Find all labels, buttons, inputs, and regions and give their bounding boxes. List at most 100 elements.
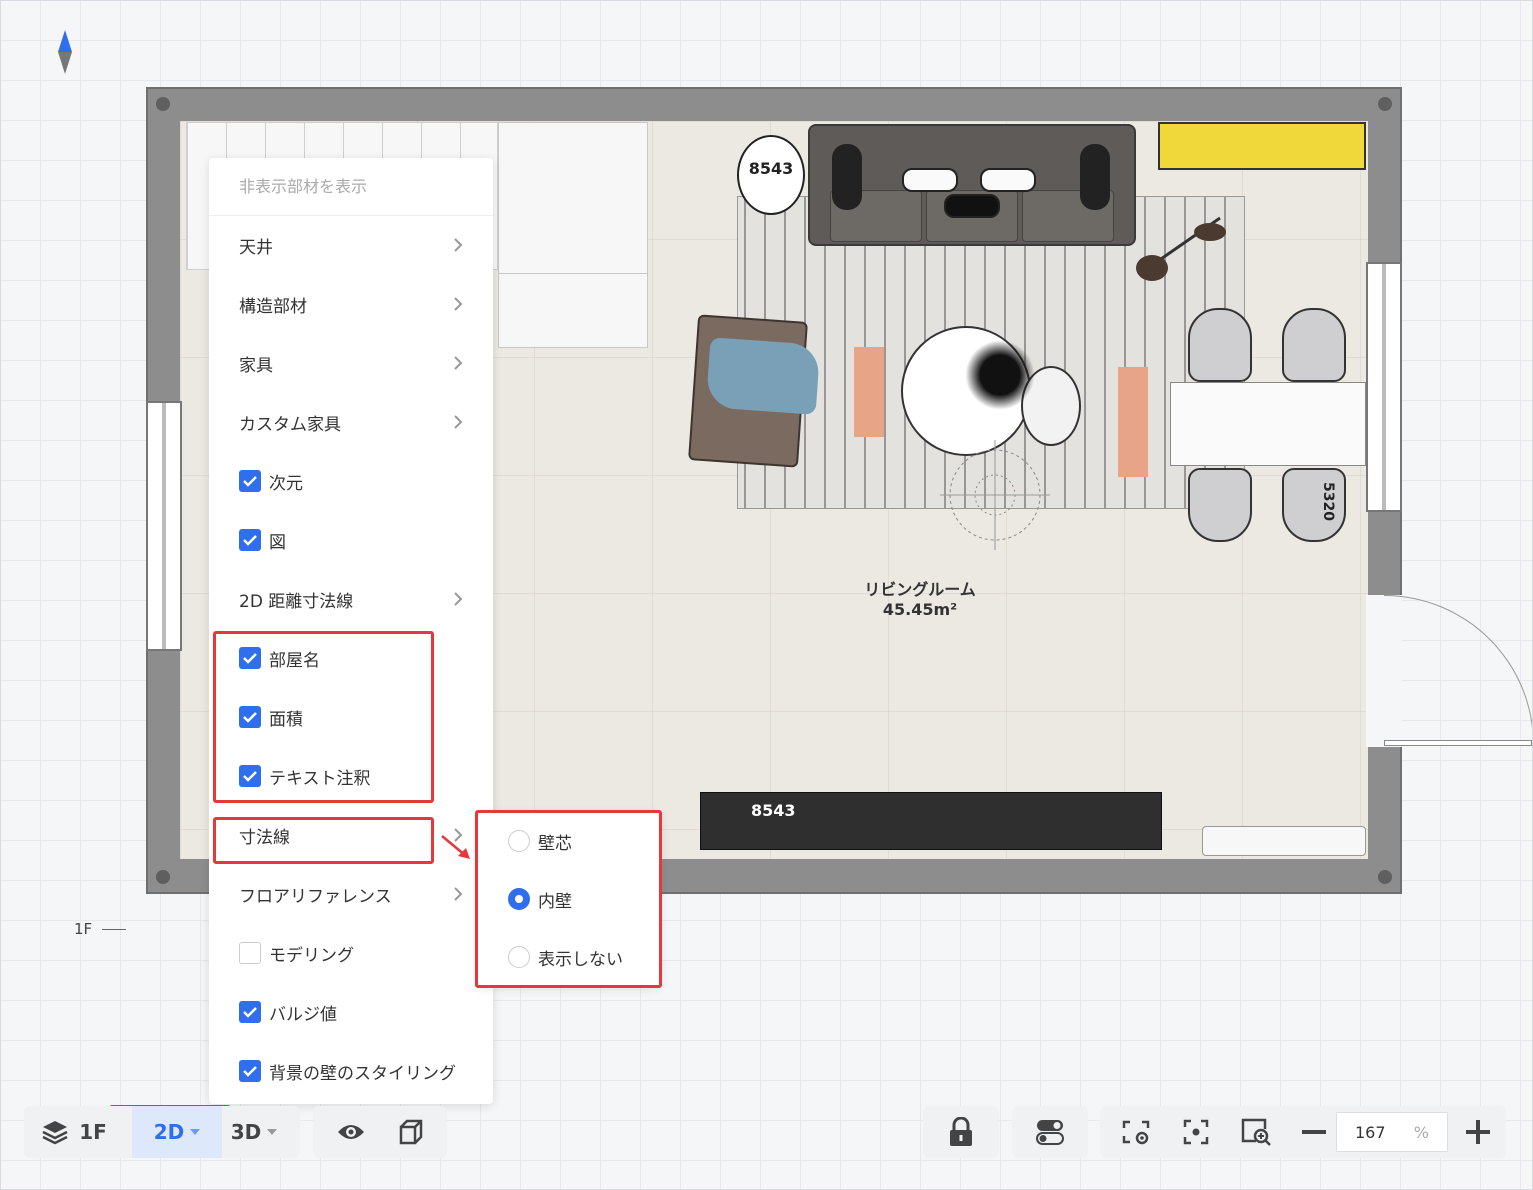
zoom-value: 167 [1355,1123,1386,1142]
floor-lamp[interactable] [1130,210,1230,290]
lock-button[interactable] [923,1106,999,1158]
checkbox-checked-icon[interactable] [239,529,261,551]
menu-item-label: カスタム家具 [239,414,341,435]
menu-item-furniture[interactable]: 家具 [209,334,493,392]
visibility-button[interactable] [323,1106,379,1158]
rug-pattern [1118,367,1148,477]
tv-unit[interactable] [1202,826,1366,856]
zoom-unit: % [1413,1123,1429,1142]
focus-button[interactable] [1168,1106,1224,1158]
radio-selected-icon[interactable] [508,888,530,910]
view-2d-button[interactable]: 2D [132,1106,222,1158]
north-compass-icon [56,30,74,74]
menu-item-background-wall-styling[interactable]: 背景の壁のスタイリング [209,1042,493,1100]
view-settings-button[interactable] [1108,1106,1164,1158]
rug-pattern [854,347,884,437]
chandelier[interactable] [930,430,1060,560]
view-toolbar: 1F 2D 3D [24,1106,300,1158]
radio-unselected-icon[interactable] [508,946,530,968]
pointer-arrow-icon [441,835,470,859]
cushion [944,194,1000,218]
checkbox-checked-icon[interactable] [239,470,261,492]
dining-chair[interactable] [1282,308,1346,382]
cushion [1080,144,1110,210]
toggle-switch-icon [1036,1120,1064,1145]
dining-table[interactable] [1170,382,1366,466]
menu-item-structural[interactable]: 構造部材 [209,275,493,333]
menu-item-label: モデリング [269,945,354,966]
sofa[interactable] [808,124,1136,246]
option-wall-center[interactable]: 壁芯 [478,812,660,870]
sideboard[interactable] [1158,122,1366,170]
focus-icon [1183,1119,1209,1145]
view-3d-label: 3D [230,1120,262,1144]
dimension-label: 5320 [1320,482,1336,521]
lock-toolbar [923,1106,999,1158]
dimension-lines-submenu: 壁芯 内壁 表示しない [478,812,660,986]
view-2d-label: 2D [153,1120,185,1144]
menu-item-label: 構造部材 [239,296,307,317]
zoom-in-button[interactable] [1452,1106,1504,1158]
radio-unselected-icon[interactable] [508,830,530,852]
room-name-label[interactable]: リビングルーム 45.45m² [840,580,1000,620]
dining-chair[interactable] [1188,468,1252,542]
menu-item-modeling[interactable]: モデリング [209,924,493,982]
cushion [902,168,958,192]
checkbox-checked-icon[interactable] [239,706,261,728]
menu-item-area[interactable]: 面積 [209,688,493,746]
door[interactable] [1384,740,1532,746]
chevron-right-icon [454,592,463,606]
menu-item-dimensions[interactable]: 次元 [209,452,493,510]
checkbox-checked-icon[interactable] [239,647,261,669]
wall-corner-marker [1378,870,1392,884]
menu-item-room-name[interactable]: 部屋名 [209,629,493,687]
tv-bench[interactable]: 8543 [700,792,1162,850]
chevron-right-icon [454,297,463,311]
window-left[interactable] [146,401,182,651]
menu-item-ceiling[interactable]: 天井 [209,216,493,274]
dining-chair[interactable] [1188,308,1252,382]
zoom-fit-button[interactable] [1228,1106,1284,1158]
menu-item-text-annotation[interactable]: テキスト注釈 [209,747,493,805]
option-label: 表示しない [538,949,623,970]
zoom-in-icon [1241,1118,1271,1146]
room-area: 45.45m² [882,600,958,619]
menu-item-2d-distance-dimensions[interactable]: 2D 距離寸法線 [209,570,493,628]
checkbox-unchecked-icon[interactable] [239,942,261,964]
storage-cabinet[interactable] [498,122,648,348]
plant[interactable] [965,340,1035,410]
armchair[interactable] [688,314,821,468]
zoom-out-button[interactable] [1288,1106,1340,1158]
zoom-level-input[interactable]: 167 % [1336,1112,1448,1152]
ottoman[interactable]: 8543 [737,135,805,215]
checkbox-checked-icon[interactable] [239,1060,261,1082]
option-inner-wall[interactable]: 内壁 [478,870,660,928]
menu-item-bulge-value[interactable]: バルジ値 [209,983,493,1041]
menu-item-label: 面積 [269,709,303,730]
layers-icon [42,1121,68,1145]
option-hide[interactable]: 表示しない [478,928,660,986]
view-3d-button[interactable]: 3D [222,1106,286,1158]
cube-icon [399,1119,423,1145]
show-hidden-parts-option[interactable]: 非表示部材を表示 [209,158,493,216]
dining-chair[interactable] [1282,468,1346,542]
settings-toggle-button[interactable] [1012,1106,1088,1158]
3d-box-button[interactable] [383,1106,439,1158]
chevron-right-icon [454,415,463,429]
menu-item-label: 寸法線 [239,827,290,848]
menu-item-label: バルジ値 [269,1004,337,1025]
chevron-right-icon [454,238,463,252]
menu-item-label: 2D 距離寸法線 [239,591,354,612]
menu-item-floor-reference[interactable]: フロアリファレンス [209,865,493,923]
checkbox-checked-icon[interactable] [239,1001,261,1023]
checkbox-checked-icon[interactable] [239,765,261,787]
menu-item-custom-furniture[interactable]: カスタム家具 [209,393,493,451]
menu-item-figure[interactable]: 図 [209,511,493,569]
menu-item-label: 部屋名 [269,650,320,671]
menu-item-label: 背景の壁のスタイリング [269,1063,456,1084]
wall-corner-marker [156,97,170,111]
door-swing-arc [1384,595,1533,745]
floor-selector-button[interactable]: 1F [32,1106,116,1158]
menu-item-label: 家具 [239,355,273,376]
window-right[interactable] [1366,262,1402,512]
